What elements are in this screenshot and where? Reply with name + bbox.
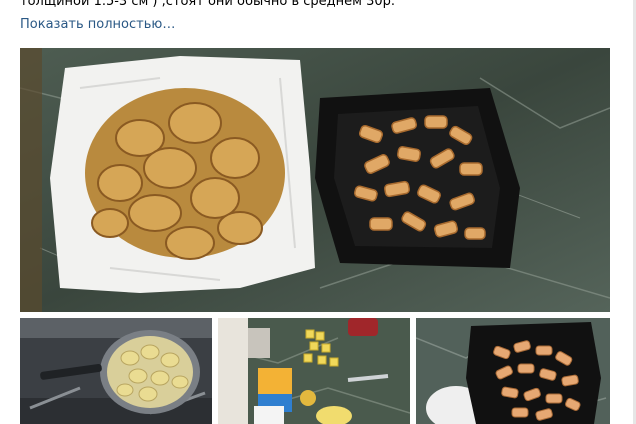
post-photo-main[interactable] [20, 48, 610, 312]
post-photo-thumb-2[interactable] [218, 318, 410, 424]
post-photo-thumb-3[interactable] [416, 318, 610, 424]
show-more-link[interactable]: Показать полностью… [20, 17, 175, 33]
post-text: толщиной 1.5-3 см ) ,стоят они обычно в … [20, 0, 396, 9]
post-photo-thumb-1[interactable] [20, 318, 212, 424]
